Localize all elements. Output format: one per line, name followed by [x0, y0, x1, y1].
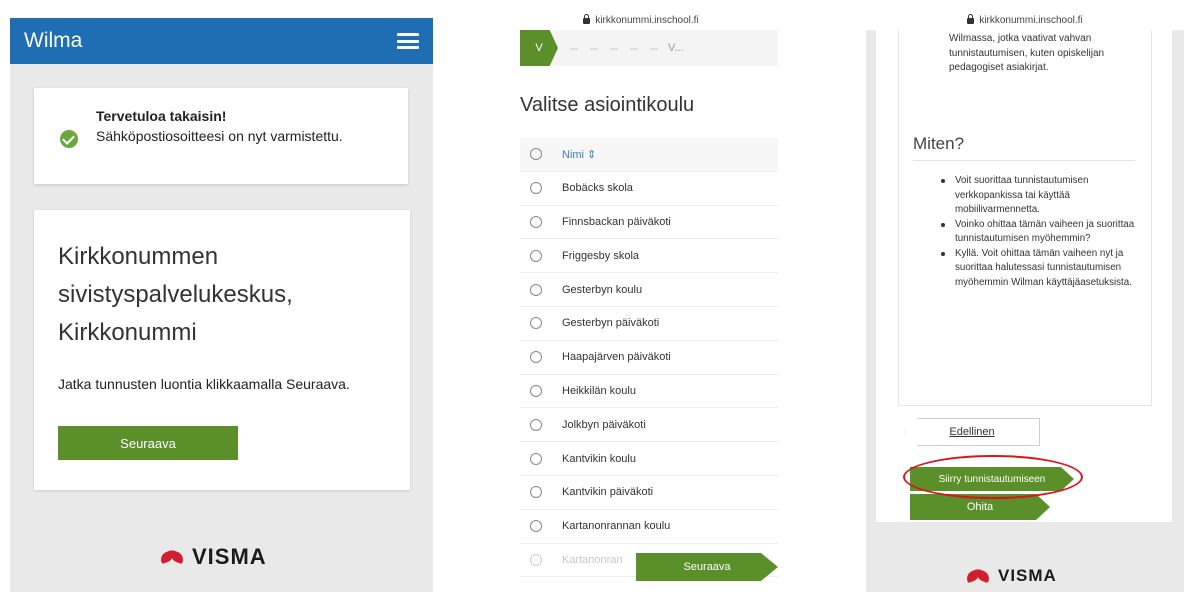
step-active: V [520, 30, 558, 66]
progress-stepper: V -- -- -- -- -- V... [520, 30, 778, 66]
step-item: -- [590, 41, 598, 55]
visma-mark-icon [160, 549, 186, 565]
step-item: -- [570, 41, 578, 55]
list-header: Nimi ⇕ [520, 138, 778, 172]
school-name: Gesterbyn päiväkoti [562, 317, 660, 330]
intro-text: Wilmassa, jotka vaativat vahvan tunnista… [949, 33, 1105, 73]
school-name: Bobäcks skola [562, 182, 633, 195]
radio-button[interactable] [530, 520, 542, 533]
school-name: Friggesby skola [562, 249, 640, 262]
check-circle-icon [60, 130, 78, 148]
page-title: Valitse asiointikoulu [520, 94, 695, 116]
school-name: Heikkilän koulu [562, 384, 636, 397]
organization-name: Kirkkonummen sivistyspalvelukeskus, Kirk… [58, 243, 293, 346]
skip-button[interactable]: Ohita [910, 494, 1050, 520]
authentication-screen: kirkkonummi.inschool.fi Wilmassa, jotka … [866, 10, 1184, 592]
url-text: kirkkonummi.inschool.fi [595, 14, 699, 26]
radio-button[interactable] [530, 215, 542, 228]
school-row[interactable]: Kantvikin koulu [520, 442, 778, 476]
organization-card: Kirkkonummen sivistyspalvelukeskus, Kirk… [34, 210, 410, 490]
school-row[interactable]: Finnsbackan päiväkoti [520, 206, 778, 240]
section-heading: Miten? [913, 134, 1135, 161]
notice-title: Tervetuloa takaisin! [96, 108, 227, 124]
school-name: Kantvikin koulu [562, 452, 636, 465]
radio-button[interactable] [530, 418, 542, 431]
radio-button[interactable] [530, 553, 542, 566]
radio-button[interactable] [530, 351, 542, 364]
menu-icon[interactable] [397, 33, 419, 49]
list-item: Kyllä. Voit ohittaa tämän vaiheen nyt ja… [935, 247, 1145, 291]
app-header: Wilma [10, 18, 433, 64]
notice-text: Sähköpostiosoitteesi on nyt varmistettu. [96, 128, 343, 144]
list-item: Voinko ohittaa tämän vaiheen ja suoritta… [935, 218, 1145, 247]
radio-button[interactable] [530, 182, 542, 195]
radio-button[interactable] [530, 283, 542, 296]
next-button[interactable]: Seuraava [636, 553, 778, 581]
previous-button[interactable]: Edellinen [904, 418, 1040, 446]
school-name: Haapajärven päiväkoti [562, 351, 671, 364]
school-selection-screen: kirkkonummi.inschool.fi V -- -- -- -- --… [490, 10, 792, 592]
wilma-welcome-screen: Wilma Tervetuloa takaisin! Sähköpostioso… [10, 18, 433, 592]
school-row[interactable]: Haapajärven päiväkoti [520, 341, 778, 375]
school-name: Finnsbackan päiväkoti [562, 215, 671, 228]
info-box: Wilmassa, jotka vaativat vahvan tunnista… [898, 30, 1152, 406]
visma-logo: VISMA [966, 566, 1057, 586]
lock-icon [967, 14, 975, 24]
go-to-authentication-button[interactable]: Siirry tunnistautumiseen [910, 467, 1074, 491]
school-row[interactable]: Friggesby skola [520, 239, 778, 274]
step-last: V... [668, 42, 684, 54]
url-bar[interactable]: kirkkonummi.inschool.fi [490, 10, 792, 30]
radio-button[interactable] [530, 452, 542, 465]
url-text: kirkkonummi.inschool.fi [979, 14, 1083, 26]
radio-button[interactable] [530, 384, 542, 397]
visma-mark-icon [966, 568, 992, 584]
school-row[interactable]: Kantvikin päiväkoti [520, 476, 778, 510]
school-row[interactable]: Gesterbyn päiväkoti [520, 307, 778, 341]
content-card: Wilmassa, jotka vaativat vahvan tunnista… [876, 30, 1172, 522]
screenshot-collage: Wilma Tervetuloa takaisin! Sähköpostioso… [0, 0, 1184, 592]
school-row[interactable]: Gesterbyn koulu [520, 273, 778, 307]
school-name: Kartanonrannan koulu [562, 520, 671, 533]
school-row[interactable]: Heikkilän koulu [520, 375, 778, 409]
radio-button[interactable] [530, 317, 542, 330]
radio-button[interactable] [530, 249, 542, 262]
step-item: -- [630, 41, 638, 55]
sort-name-header[interactable]: Nimi ⇕ [562, 148, 596, 161]
school-row[interactable]: Kartanonrannan koulu [520, 510, 778, 544]
lock-icon [583, 14, 591, 24]
step-item: -- [650, 41, 658, 55]
list-item: Voit suorittaa tunnistautumisen verkkopa… [935, 174, 1145, 218]
instruction-text: Jatka tunnusten luontia klikkaamalla Seu… [58, 376, 350, 392]
select-all-radio[interactable] [530, 148, 542, 161]
school-row[interactable]: Bobäcks skola [520, 172, 778, 206]
success-notice: Tervetuloa takaisin! Sähköpostiosoittees… [34, 88, 408, 184]
visma-wordmark: VISMA [998, 566, 1057, 585]
school-name: Kantvikin päiväkoti [562, 486, 654, 499]
school-row[interactable]: Jolkbyn päiväkoti [520, 408, 778, 443]
school-list: Nimi ⇕ Bobäcks skola Finnsbackan päiväko… [520, 138, 778, 578]
visma-logo: VISMA [160, 544, 267, 570]
school-name: Jolkbyn päiväkoti [562, 418, 646, 431]
school-name: Kartanonran [562, 553, 623, 566]
app-title: Wilma [24, 29, 83, 52]
visma-wordmark: VISMA [192, 544, 267, 569]
step-item: -- [610, 41, 618, 55]
school-name: Gesterbyn koulu [562, 283, 643, 296]
next-button[interactable]: Seuraava [58, 426, 238, 460]
radio-button[interactable] [530, 486, 542, 499]
url-bar[interactable]: kirkkonummi.inschool.fi [866, 10, 1184, 30]
info-list: Voit suorittaa tunnistautumisen verkkopa… [935, 174, 1145, 290]
